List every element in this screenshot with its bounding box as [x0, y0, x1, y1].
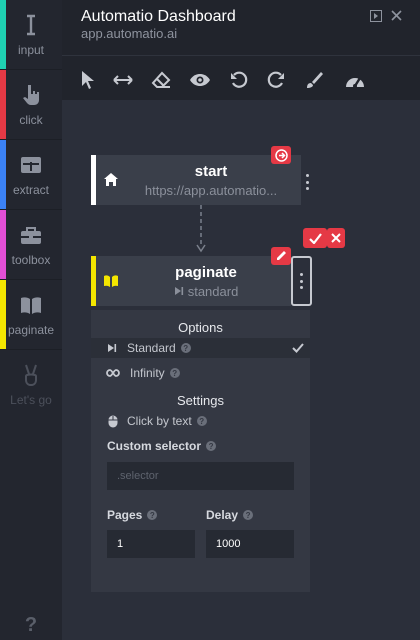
goto-icon[interactable]: [271, 146, 291, 164]
sidebar-item-label: toolbox: [11, 252, 51, 267]
speedometer-icon[interactable]: [341, 66, 369, 94]
pointer-icon[interactable]: [74, 66, 102, 94]
paginate-node[interactable]: paginate standard: [91, 256, 291, 306]
sidebar-item-lets-go[interactable]: Let's go: [0, 350, 62, 420]
sidebar: input click extract toolbox paginate Let…: [0, 0, 62, 640]
node-connector: [196, 205, 206, 253]
node-title: paginate: [175, 264, 237, 281]
kebab-icon: [296, 271, 308, 291]
help-icon[interactable]: ?: [0, 610, 62, 640]
option-infinity[interactable]: Infinity ?: [91, 363, 310, 383]
help-icon[interactable]: ?: [169, 368, 180, 378]
pointer-hand-icon: [23, 84, 39, 105]
help-icon[interactable]: ?: [196, 416, 207, 426]
help-icon[interactable]: ?: [147, 510, 158, 520]
toolbar-divider: [62, 55, 420, 56]
sidebar-item-input[interactable]: input: [0, 0, 62, 70]
sidebar-item-paginate[interactable]: paginate: [0, 280, 62, 350]
sidebar-item-extract[interactable]: extract: [0, 140, 62, 210]
start-node[interactable]: start https://app.automatio...: [91, 155, 301, 205]
book-icon: [104, 275, 118, 287]
redo-icon[interactable]: [262, 66, 290, 94]
help-icon[interactable]: ?: [180, 343, 191, 353]
header: Automatio Dashboard app.automatio.ai: [62, 0, 420, 100]
paginate-node-menu-button[interactable]: [291, 256, 312, 306]
option-standard[interactable]: Standard ?: [91, 338, 310, 358]
toolbox-icon: [21, 226, 41, 244]
settings-title: Settings: [177, 393, 224, 408]
pages-input[interactable]: [107, 530, 195, 558]
mouse-icon: [108, 415, 118, 427]
paginate-settings-panel: Options Standard ? Infinity ? Settings C…: [91, 310, 310, 592]
help-icon[interactable]: ?: [243, 510, 254, 520]
infinity-icon: [106, 369, 120, 377]
cancel-icon[interactable]: [327, 228, 345, 248]
sidebar-item-label: input: [17, 42, 45, 57]
undo-icon[interactable]: [225, 66, 253, 94]
options-title: Options: [178, 320, 223, 335]
start-node-menu-icon[interactable]: [301, 172, 313, 192]
sidebar-item-label: paginate: [7, 322, 55, 337]
page-url: app.automatio.ai: [81, 26, 178, 41]
sidebar-item-label: Let's go: [10, 393, 52, 407]
custom-selector-input[interactable]: [107, 462, 294, 490]
home-icon: [104, 173, 118, 186]
eraser-icon[interactable]: [147, 66, 175, 94]
resize-arrows-icon[interactable]: [109, 66, 137, 94]
skip-forward-icon: [174, 287, 183, 295]
delay-label: Delay ?: [206, 508, 254, 522]
flow-canvas[interactable]: start https://app.automatio... paginate …: [62, 100, 420, 640]
node-subtitle: https://app.automatio...: [144, 183, 278, 198]
table-icon: [21, 156, 41, 173]
node-title: start: [194, 163, 228, 180]
eye-icon[interactable]: [186, 66, 214, 94]
book-icon: [21, 296, 41, 314]
collapse-icon[interactable]: [369, 10, 383, 24]
brush-icon[interactable]: [300, 66, 328, 94]
sidebar-item-label: extract: [12, 182, 49, 197]
page-title: Automatio Dashboard: [81, 8, 236, 25]
text-cursor-icon: [27, 14, 35, 35]
confirm-icon[interactable]: [303, 228, 327, 248]
custom-selector-label: Custom selector ?: [107, 439, 217, 453]
delay-input[interactable]: [206, 530, 294, 558]
sidebar-item-toolbox[interactable]: toolbox: [0, 210, 62, 280]
node-subtitle: standard: [131, 284, 281, 299]
click-by-text-option[interactable]: Click by text ?: [91, 411, 310, 431]
pages-label: Pages ?: [107, 508, 158, 522]
check-icon: [292, 343, 304, 353]
skip-forward-icon: [108, 344, 117, 352]
close-icon[interactable]: [389, 10, 403, 24]
sidebar-item-label: click: [19, 112, 43, 127]
sidebar-item-click[interactable]: click: [0, 70, 62, 140]
help-icon[interactable]: ?: [206, 441, 217, 451]
victory-hand-icon: [25, 364, 37, 387]
edit-icon[interactable]: [271, 247, 291, 265]
